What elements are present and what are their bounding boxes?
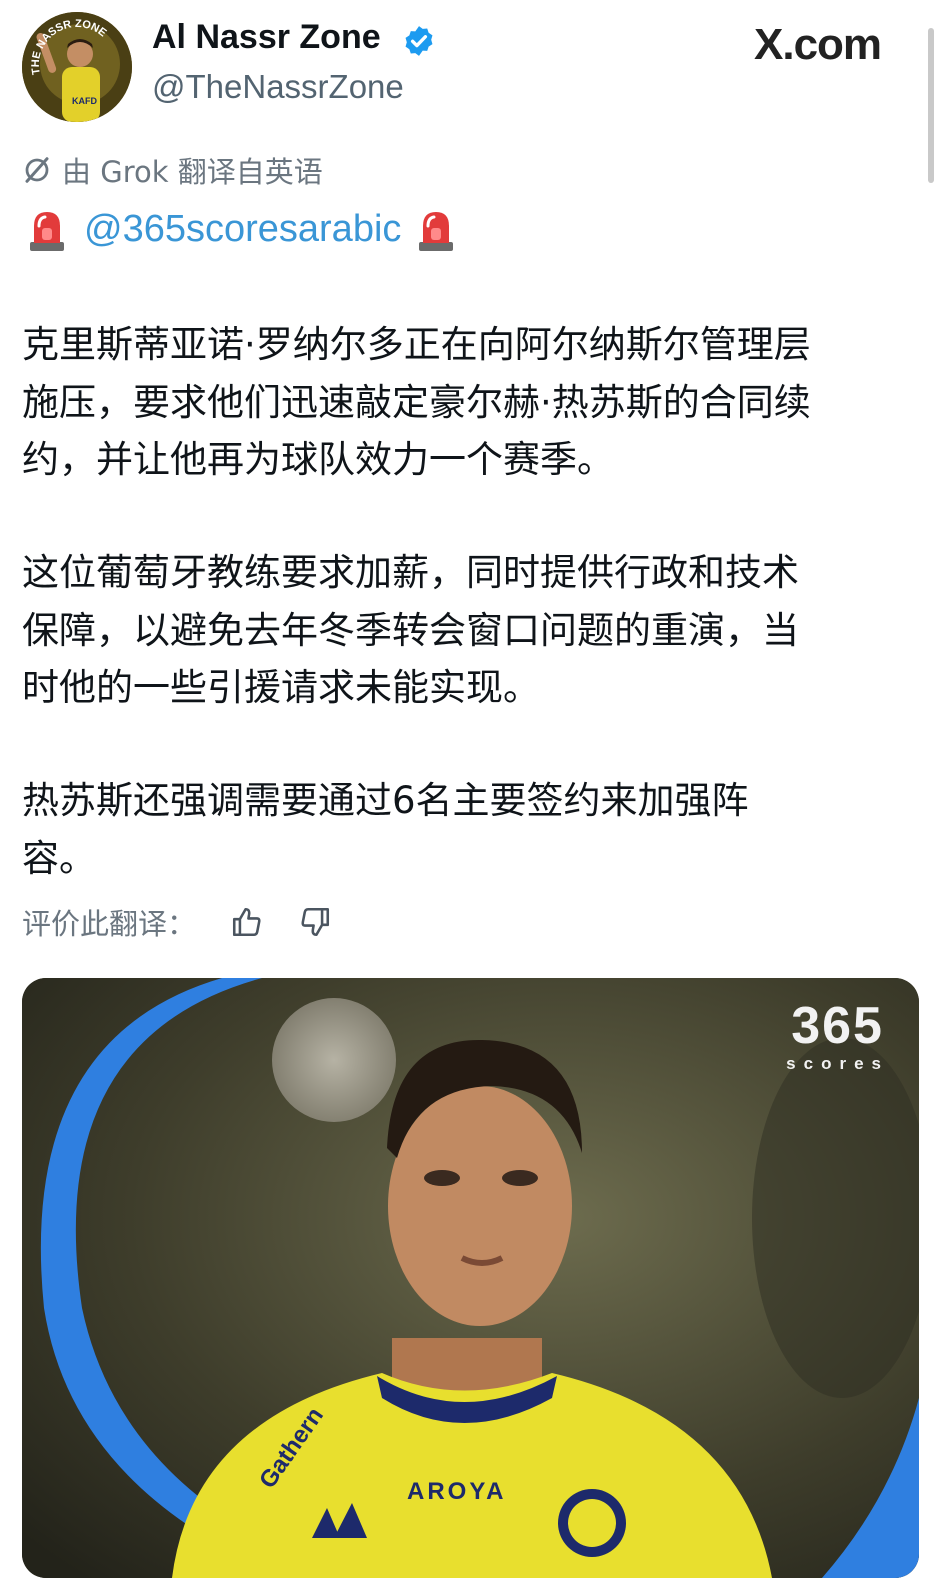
post-paragraph-2: 这位葡萄牙教练要求加薪，同时提供行政和技术 保障，以避免去年冬季转会窗口问题的重… <box>22 544 922 717</box>
rotating-light-icon <box>30 212 64 251</box>
verified-badge-icon <box>405 26 433 56</box>
rate-translation-label: 评价此翻译： <box>22 907 197 941</box>
post-line: 这位葡萄牙教练要求加薪，同时提供行政和技术 <box>22 551 799 594</box>
translation-notice-text: 由 Grok 翻译自英语 <box>62 155 323 189</box>
post-paragraph-1: 克里斯蒂亚诺·罗纳尔多正在向阿尔纳斯尔管理层 施压，要求他们迅速敲定豪尔赫·热苏… <box>22 316 922 489</box>
mention-line: @365scoresarabic <box>26 202 457 256</box>
scores365-logo-number: 365 <box>791 997 884 1055</box>
post-line: 约，并让他再为球队效力一个赛季。 <box>22 438 614 481</box>
post-line: 克里斯蒂亚诺·罗纳尔多正在向阿尔纳斯尔管理层 <box>22 323 811 366</box>
post-line: 保障，以避免去年冬季转会窗口问题的重演，当 <box>22 608 799 652</box>
avatar-image: THE NASSR ZONE KAFD <box>22 12 132 122</box>
author-handle[interactable]: @TheNassrZone <box>152 68 404 106</box>
scrollbar[interactable] <box>928 28 934 183</box>
translation-notice: 由 Grok 翻译自英语 <box>22 150 323 190</box>
post-paragraph-3: 热苏斯还强调需要通过6名主要签约来加强阵 容。 <box>22 772 922 887</box>
post-line: 施压，要求他们迅速敲定豪尔赫·热苏斯的合同续 <box>22 380 811 424</box>
post-header: THE NASSR ZONE KAFD Al Nassr Zone @TheNa… <box>0 0 942 183</box>
mention-link[interactable]: @365scoresarabic <box>84 208 401 251</box>
post-line: 容。 <box>22 836 96 880</box>
scores365-logo: 365 scores <box>786 998 889 1074</box>
thumbs-up-button[interactable] <box>230 905 264 939</box>
rotating-light-icon <box>419 212 454 251</box>
author-avatar[interactable]: THE NASSR ZONE KAFD <box>22 12 132 122</box>
thumbs-up-icon <box>232 907 261 937</box>
thumbs-down-button[interactable] <box>298 905 332 939</box>
grok-icon <box>25 157 49 183</box>
scores365-logo-word: scores <box>786 1054 889 1073</box>
author-name[interactable]: Al Nassr Zone <box>152 18 381 57</box>
thumbs-down-icon <box>301 907 330 937</box>
jersey-sponsor-text: AROYA <box>407 1478 507 1505</box>
svg-text:KAFD: KAFD <box>72 96 97 106</box>
post-line: 时他的一些引援请求未能实现。 <box>22 666 540 709</box>
post-line: 热苏斯还强调需要通过6名主要签约来加强阵 <box>22 779 749 822</box>
x-brand-logo: X.com <box>754 20 882 69</box>
rate-translation: 评价此翻译： <box>22 900 332 944</box>
post-media-image[interactable]: 365 scores AROYA Gathern <box>22 978 919 1578</box>
